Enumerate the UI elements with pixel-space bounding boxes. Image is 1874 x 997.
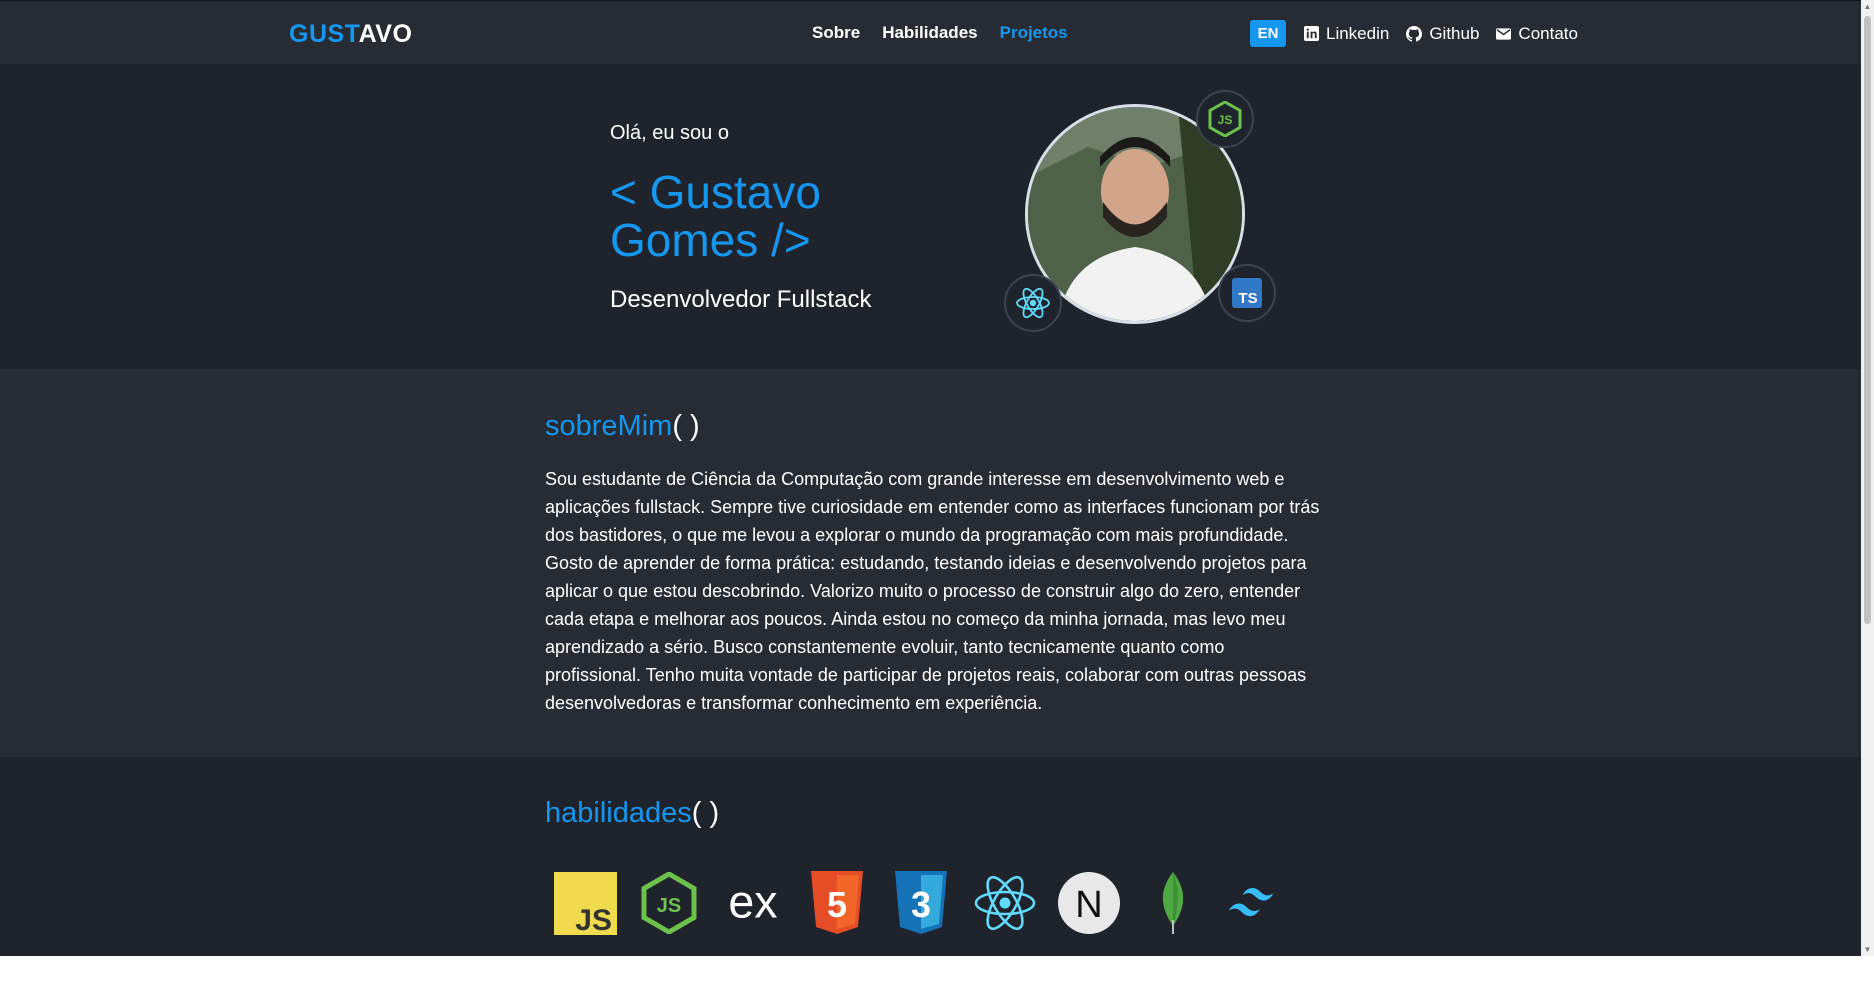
skills-title: habilidades( ) [545, 797, 719, 830]
nextjs-icon: N [1058, 872, 1120, 934]
mail-icon [1496, 27, 1512, 40]
linkedin-icon [1304, 26, 1319, 41]
contact-label: Contato [1518, 23, 1578, 43]
scroll-up-arrow-icon[interactable]: ▲ [1863, 2, 1872, 11]
hero-role: Desenvolvedor Fullstack [610, 286, 872, 313]
ts-label: TS [1238, 290, 1257, 307]
skill-react [973, 871, 1037, 935]
top-navbar: GUSTAVO Sobre Habilidades Projetos EN Li… [0, 0, 1861, 64]
skills-section: habilidades( ) JS JS ex 5 3 N [0, 757, 1861, 956]
nav-link-projetos[interactable]: Projetos [1000, 23, 1068, 43]
github-link[interactable]: Github [1406, 24, 1479, 44]
nodejs-badge: JS [1196, 90, 1254, 148]
html5-label: 5 [827, 884, 847, 925]
skill-nodejs: JS [637, 871, 701, 935]
react-icon [1016, 287, 1050, 319]
logo-part2: AVO [358, 20, 413, 48]
nodejs-icon: JS [641, 872, 697, 934]
typescript-badge: TS [1218, 264, 1276, 322]
javascript-icon: JS [553, 871, 617, 935]
logo[interactable]: GUSTAVO [289, 20, 412, 49]
language-button[interactable]: EN [1250, 20, 1286, 47]
skill-css3: 3 [889, 871, 953, 935]
about-section: sobreMim( ) Sou estudante de Ciência da … [0, 369, 1861, 757]
skill-nextjs: N [1057, 871, 1121, 935]
github-label: Github [1429, 23, 1480, 43]
skills-title-paren: ( ) [691, 797, 720, 829]
nodejs-icon: JS [1208, 101, 1242, 137]
react-badge [1004, 274, 1062, 332]
nav-links: Sobre Habilidades Projetos [812, 23, 1068, 43]
html5-icon: 5 [811, 871, 863, 934]
skill-express: ex [721, 871, 785, 935]
hero-name: < Gustavo Gomes /> [610, 166, 821, 266]
skills-icon-row: JS JS ex 5 3 N [553, 871, 1289, 935]
skill-html5: 5 [805, 871, 869, 935]
about-text: Sou estudante de Ciência da Computação c… [545, 469, 1320, 713]
typescript-icon: TS [1232, 278, 1262, 308]
tailwind-icon [1228, 887, 1274, 917]
express-label: ex [728, 878, 777, 928]
nextjs-label: N [1075, 884, 1102, 926]
about-title-paren: ( ) [672, 410, 700, 442]
svg-text:JS: JS [657, 895, 681, 917]
page-viewport: GUSTAVO Sobre Habilidades Projetos EN Li… [0, 0, 1861, 956]
logo-part1: GUST [289, 20, 359, 48]
express-icon: ex [728, 878, 777, 928]
react-icon [974, 875, 1036, 931]
scroll-down-arrow-icon[interactable]: ▼ [1863, 945, 1872, 954]
nav-link-habilidades[interactable]: Habilidades [882, 23, 977, 43]
skills-title-fn: habilidades [545, 797, 692, 829]
svg-text:JS: JS [1218, 113, 1233, 127]
github-icon [1406, 25, 1423, 42]
nav-right: EN Linkedin Github Contato [1250, 20, 1595, 47]
mongodb-icon [1162, 872, 1184, 934]
hero-section: Olá, eu sou o < Gustavo Gomes /> Desenvo… [0, 64, 1861, 369]
about-title-fn: sobreMim [545, 410, 673, 442]
scroll-thumb[interactable] [1864, 16, 1871, 624]
skill-mongodb [1141, 871, 1205, 935]
contact-link[interactable]: Contato [1496, 24, 1578, 44]
css3-label: 3 [911, 884, 931, 925]
skill-javascript: JS [553, 871, 617, 935]
about-title: sobreMim( ) [545, 410, 700, 443]
hero-greeting: Olá, eu sou o [610, 122, 729, 144]
linkedin-link[interactable]: Linkedin [1304, 24, 1389, 44]
linkedin-label: Linkedin [1326, 23, 1390, 43]
javascript-label: JS [575, 904, 612, 935]
vertical-scrollbar[interactable]: ▲ ▼ [1861, 0, 1874, 956]
nav-link-sobre[interactable]: Sobre [812, 23, 860, 43]
skill-tailwind [1225, 871, 1289, 935]
css3-icon: 3 [895, 871, 947, 934]
